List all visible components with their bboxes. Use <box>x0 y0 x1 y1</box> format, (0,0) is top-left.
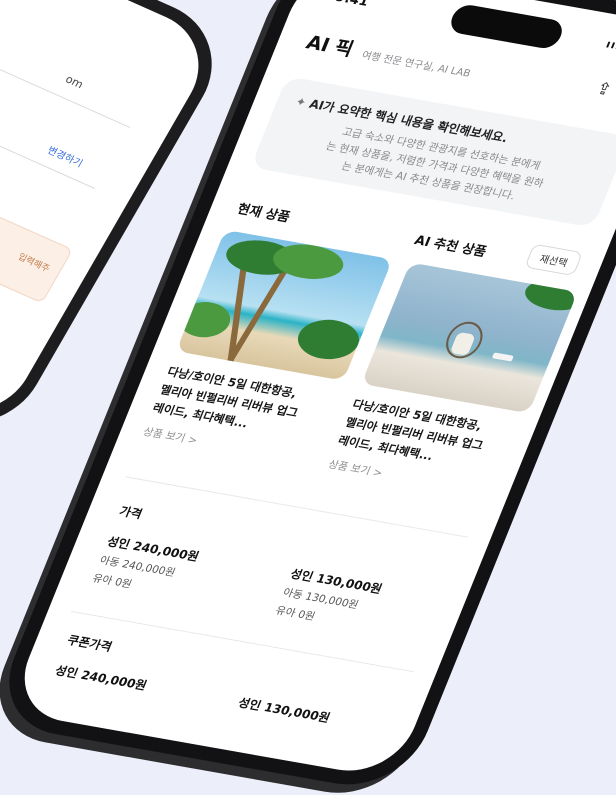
bush <box>176 298 237 342</box>
divider <box>70 610 414 673</box>
change-link[interactable]: 변경하기 <box>45 142 86 170</box>
header-actions: ⇪ ✕ <box>579 76 616 106</box>
brand-title: AI 픽 <box>302 31 357 61</box>
dynamic-island <box>446 2 567 51</box>
boat <box>491 352 514 362</box>
status-icons: ııl ≋ ▬ <box>604 37 616 58</box>
section-current-product: 현재 상품 <box>234 202 293 226</box>
partial-email-text: om <box>63 72 86 92</box>
beach-palm-photo <box>176 229 393 381</box>
sparkle-icon: ✦ <box>293 94 309 110</box>
reselect-button[interactable]: 재선택 <box>524 243 584 277</box>
notice-text: 입력해주 <box>15 252 52 275</box>
coupon-price-current: 성인 240,000원 <box>52 663 149 693</box>
palm-trunk <box>220 263 292 374</box>
price-label: 가격 <box>117 504 145 522</box>
palm-frond <box>519 275 578 315</box>
status-time: 9:41 <box>333 0 371 10</box>
section-ai-recommended: AI 추천 상품 <box>412 233 489 261</box>
share-icon[interactable]: ⇪ <box>593 79 615 100</box>
coupon-price-label: 쿠폰가격 <box>65 633 115 655</box>
coupon-price-ai: 성인 130,000원 <box>236 695 333 725</box>
input-underline-2 <box>0 82 95 189</box>
notice-box: 입력해주 <box>0 179 74 304</box>
input-underline <box>0 21 131 128</box>
beach-swing-photo <box>361 262 578 414</box>
brand-subtitle: 여행 전문 연구실, AI LAB <box>359 50 472 80</box>
bush <box>291 315 366 364</box>
